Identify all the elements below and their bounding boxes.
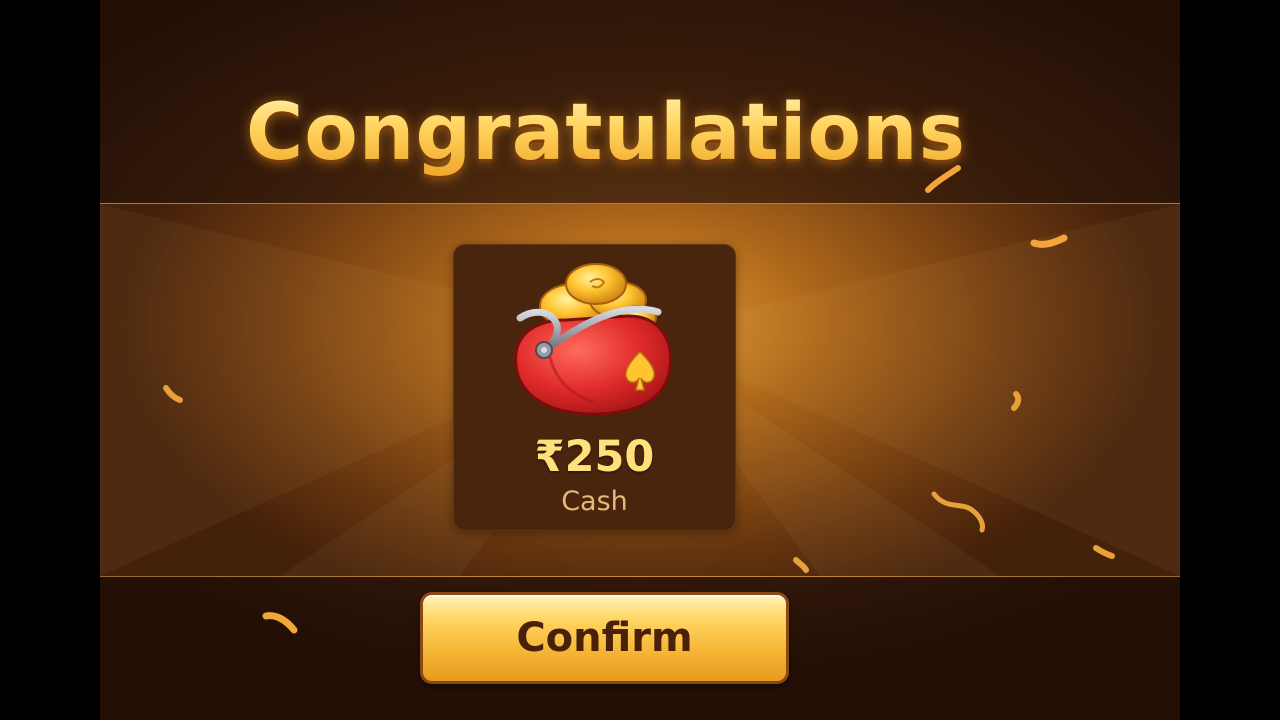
reward-unit: Cash [561,486,628,517]
coin-purse-icon [514,263,673,416]
reward-card: ₹250 Cash [453,244,736,531]
reward-amount: ₹250 [534,432,655,482]
confirm-button-label: Confirm [516,615,693,661]
confirm-button[interactable]: Confirm [420,592,789,684]
dialog-title: Congratulations [100,88,1112,178]
reward-dialog: Congratulations ₹250 Cash Confirm [100,0,1180,720]
